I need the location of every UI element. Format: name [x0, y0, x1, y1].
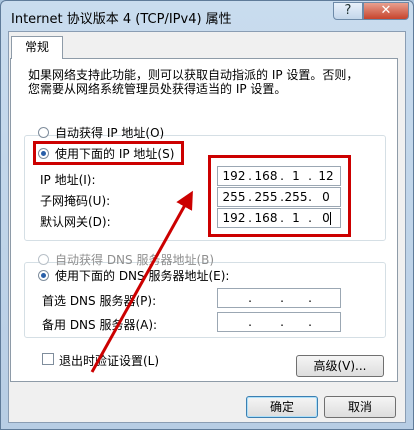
- dot-separator: .: [248, 291, 252, 305]
- ip-address-label: IP 地址(I):: [40, 173, 96, 187]
- default-gateway-input[interactable]: 192 . 168 . 1 . 0: [217, 208, 341, 228]
- ip-octet-1: 192: [222, 169, 246, 183]
- gateway-octet-3: 1: [292, 211, 300, 225]
- text-caret: [330, 212, 331, 225]
- manual-dns-radio[interactable]: [38, 270, 49, 281]
- dot-separator: .: [308, 190, 312, 204]
- ip-octet-2: 168: [254, 169, 278, 183]
- preferred-dns-input[interactable]: . . .: [217, 288, 341, 308]
- validate-on-exit-checkbox[interactable]: [42, 353, 54, 365]
- alternate-dns-label: 备用 DNS 服务器(A):: [42, 318, 158, 332]
- description-line-1: 如果网络支持此功能，则可以获取自动指派的 IP 设置。否则，: [28, 68, 359, 82]
- gateway-octet-1: 192: [222, 211, 246, 225]
- dot-separator: .: [308, 169, 312, 183]
- advanced-button[interactable]: 高级(V)...: [296, 355, 384, 377]
- dot-separator: .: [248, 169, 252, 183]
- default-gateway-label: 默认网关(D):: [40, 215, 111, 229]
- baidu-watermark: [296, 384, 408, 426]
- title-bar[interactable]: Internet 协议版本 4 (TCP/IPv4) 属性 ? ✕: [1, 1, 413, 31]
- window-title: Internet 协议版本 4 (TCP/IPv4) 属性: [11, 12, 232, 27]
- manual-dns-label[interactable]: 使用下面的 DNS 服务器地址(E):: [55, 267, 229, 284]
- mask-octet-1: 255: [222, 190, 246, 204]
- dot-separator: .: [280, 315, 284, 329]
- tab-general[interactable]: 常规: [11, 36, 63, 59]
- close-button[interactable]: ✕: [363, 2, 409, 20]
- gateway-octet-4: 0: [322, 211, 330, 225]
- mask-octet-2: 255: [254, 190, 278, 204]
- manual-ip-radio[interactable]: [38, 148, 49, 159]
- mask-octet-4: 0: [322, 190, 330, 204]
- preferred-dns-label: 首选 DNS 服务器(P):: [42, 294, 157, 308]
- manual-ip-label[interactable]: 使用下面的 IP 地址(S): [55, 145, 174, 162]
- dot-separator: .: [308, 211, 312, 225]
- gateway-octet-2: 168: [254, 211, 278, 225]
- description-line-2: 您需要从网络系统管理员处获得适当的 IP 设置。: [28, 82, 287, 96]
- subnet-mask-input[interactable]: 255 . 255 . 255 . 0: [217, 187, 341, 207]
- auto-ip-radio[interactable]: [38, 127, 49, 138]
- description-text: 如果网络支持此功能，则可以获取自动指派的 IP 设置。否则， 您需要从网络系统管…: [28, 68, 388, 96]
- help-button[interactable]: ?: [333, 2, 363, 20]
- auto-dns-radio[interactable]: [38, 254, 49, 265]
- ip-address-input[interactable]: 192 . 168 . 1 . 12: [217, 166, 341, 186]
- alternate-dns-input[interactable]: . . .: [217, 312, 341, 332]
- validate-on-exit-label[interactable]: 退出时验证设置(L): [59, 352, 159, 369]
- mask-octet-3: 255: [284, 190, 308, 204]
- ip-octet-4: 12: [318, 169, 334, 183]
- dot-separator: .: [308, 315, 312, 329]
- dot-separator: .: [248, 315, 252, 329]
- dot-separator: .: [248, 211, 252, 225]
- dot-separator: .: [308, 291, 312, 305]
- auto-ip-label[interactable]: 自动获得 IP 地址(O): [55, 124, 164, 141]
- auto-dns-label[interactable]: 自动获得 DNS 服务器地址(B): [55, 251, 214, 268]
- subnet-mask-label: 子网掩码(U):: [40, 194, 111, 208]
- dot-separator: .: [280, 291, 284, 305]
- ip-octet-3: 1: [292, 169, 300, 183]
- dot-separator: .: [248, 190, 252, 204]
